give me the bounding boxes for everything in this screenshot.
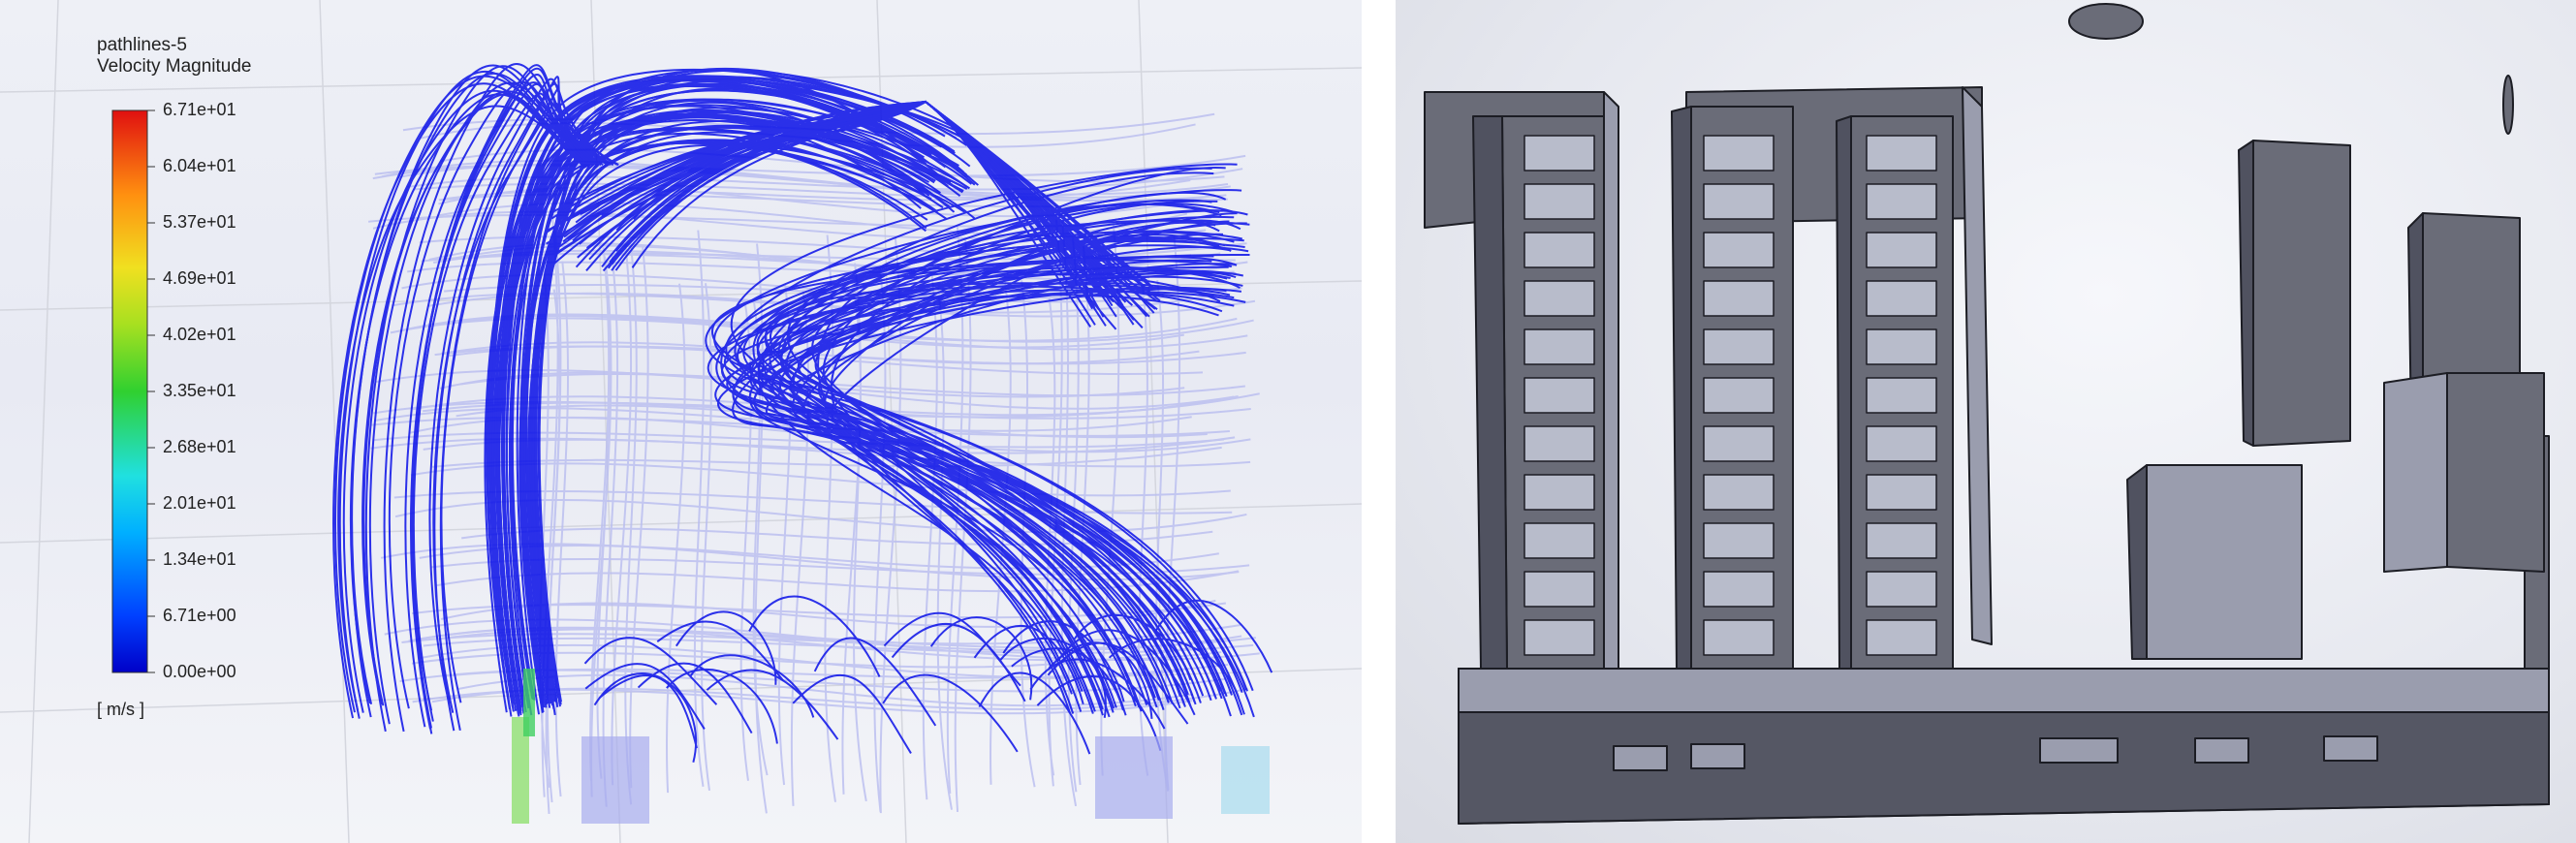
rack-cell: [1524, 183, 1595, 220]
rack-cell: [1866, 425, 1937, 462]
wall-top-face: [1458, 668, 2550, 713]
rack-cell: [1703, 135, 1775, 172]
strong-pathline: [689, 654, 815, 718]
rack-cell: [1524, 619, 1595, 656]
rack-cell: [1524, 522, 1595, 559]
rack-cell: [1866, 232, 1937, 268]
vent-disk: [2502, 75, 2514, 135]
rack-cell: [1524, 377, 1595, 414]
faint-pathline: [666, 283, 686, 794]
cad-canvas: [1424, 3, 2550, 825]
pathline-canvas: [0, 0, 1362, 843]
rack-cell: [1866, 280, 1937, 317]
colorbar-tick-label: 6.04e+01: [163, 156, 236, 175]
rack-cell: [1524, 425, 1595, 462]
rack-cell: [1866, 474, 1937, 511]
colorbar-tick-label: 2.68e+01: [163, 437, 236, 456]
colorbar-tick-label: 6.71e+01: [163, 100, 236, 119]
server-rack-right-upper: [2238, 140, 2351, 447]
pathlines-view: pathlines-5 Velocity Magnitude 6.71e+01 …: [0, 0, 1362, 843]
rack-cell: [1703, 425, 1775, 462]
rack-cell: [1703, 619, 1775, 656]
colorbar-tick-label: 1.34e+01: [163, 549, 236, 569]
colorbar-ticks: [147, 109, 155, 673]
rack-cell: [1703, 522, 1775, 559]
legend-title: pathlines-5: [97, 35, 187, 55]
rack-cell: [1703, 183, 1775, 220]
rack-cell: [1524, 232, 1595, 268]
legend-subtitle: Velocity Magnitude: [97, 56, 252, 77]
rack-cell: [1703, 474, 1775, 511]
rack-cell: [1703, 232, 1775, 268]
faint-pathline: [936, 287, 953, 810]
rack-cell: [1524, 571, 1595, 608]
rack-cell: [1866, 135, 1937, 172]
ceiling-fan-disk: [2068, 3, 2144, 40]
rack-cell: [1866, 328, 1937, 365]
colorbar: [111, 109, 148, 673]
cad-model-view: [1396, 0, 2576, 843]
faint-pathline: [841, 297, 862, 795]
rack-cell: [1524, 474, 1595, 511]
rack-cell: [1866, 377, 1937, 414]
rack-cell: [1524, 280, 1595, 317]
colorbar-tick-label: 0.00e+00: [163, 662, 236, 681]
rack-cell: [1703, 280, 1775, 317]
colorbar-unit: [ m/s ]: [97, 700, 144, 719]
rack-cell: [1524, 135, 1595, 172]
faint-pathline: [922, 269, 938, 800]
rack-cell: [1866, 522, 1937, 559]
rack-cell: [1703, 328, 1775, 365]
colorbar-tick-label: 6.71e+00: [163, 606, 236, 625]
colorbar-tick-label: 4.02e+01: [163, 325, 236, 344]
rack-cell: [1703, 571, 1775, 608]
panel-separator: [1362, 0, 1396, 843]
rack-cell: [1703, 377, 1775, 414]
colorbar-tick-label: 5.37e+01: [163, 212, 236, 232]
colorbar-tick-label: 3.35e+01: [163, 381, 236, 400]
colorbar-tick-label: 2.01e+01: [163, 493, 236, 513]
rack-cell: [1866, 619, 1937, 656]
rack-cell: [1866, 571, 1937, 608]
colorbar-tick-label: 4.69e+01: [163, 268, 236, 288]
faint-pathline: [873, 265, 887, 812]
faint-pathline: [629, 244, 649, 789]
rack-cell: [1524, 328, 1595, 365]
rack-cell: [1866, 183, 1937, 220]
